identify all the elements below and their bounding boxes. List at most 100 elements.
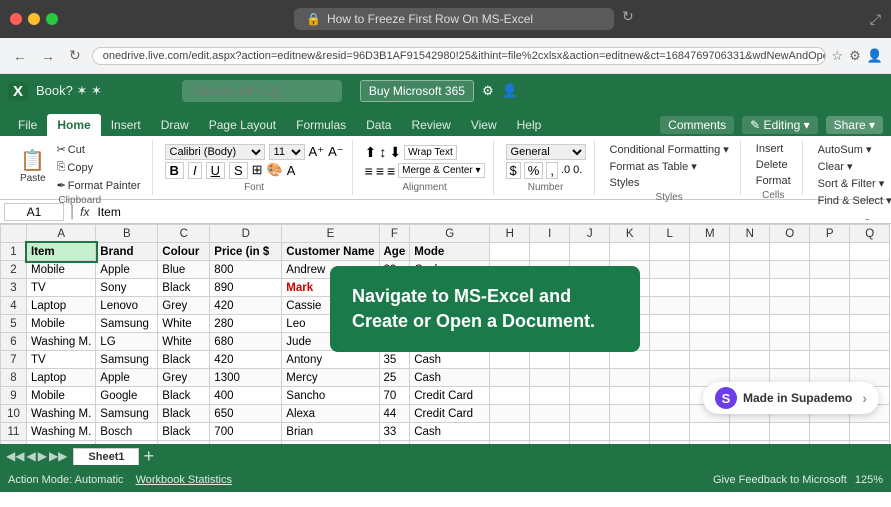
row-number[interactable]: 4 [1, 297, 27, 315]
empty-cell[interactable] [730, 423, 770, 441]
font-size-select[interactable]: 11 [269, 144, 305, 160]
cell[interactable]: White [158, 315, 210, 333]
cell[interactable]: Mercy [282, 369, 379, 387]
fill-color-button[interactable]: 🎨 [267, 162, 283, 178]
empty-cell[interactable] [690, 441, 730, 445]
col-header-k[interactable]: K [610, 225, 650, 243]
row-number[interactable]: 1 [1, 243, 27, 261]
cell[interactable]: Samsung [96, 315, 158, 333]
empty-cell[interactable] [530, 423, 570, 441]
empty-cell[interactable] [850, 315, 890, 333]
empty-cell[interactable] [690, 351, 730, 369]
tab-formulas[interactable]: Formulas [286, 114, 356, 136]
cell[interactable]: Credit Card [410, 405, 490, 423]
cell[interactable]: Mode [410, 243, 490, 261]
empty-cell[interactable] [850, 441, 890, 445]
tab-data[interactable]: Data [356, 114, 401, 136]
empty-cell[interactable] [650, 351, 690, 369]
cell[interactable]: Antony [282, 351, 379, 369]
italic-button[interactable]: I [188, 162, 202, 179]
empty-cell[interactable] [810, 351, 850, 369]
cell[interactable]: Alexa [282, 405, 379, 423]
cell[interactable]: Item [27, 243, 96, 261]
bookmark-button[interactable]: ☆ [832, 48, 844, 64]
comments-button[interactable]: Comments [660, 116, 734, 134]
col-header-f[interactable]: F [379, 225, 410, 243]
empty-cell[interactable] [850, 333, 890, 351]
strikethrough-button[interactable]: S [229, 162, 248, 179]
col-header-i[interactable]: I [530, 225, 570, 243]
copy-button[interactable]: ⎘ Copy [54, 160, 144, 175]
autosum-button[interactable]: AutoSum ▾ [815, 142, 891, 157]
tab-home[interactable]: Home [47, 114, 100, 136]
empty-cell[interactable] [570, 423, 610, 441]
col-header-e[interactable]: E [282, 225, 379, 243]
reload-button[interactable]: ↻ [622, 8, 634, 30]
col-header-c[interactable]: C [158, 225, 210, 243]
cell[interactable]: Laptop [27, 297, 96, 315]
empty-cell[interactable] [810, 333, 850, 351]
expand-button[interactable]: ⤢ [870, 11, 881, 28]
empty-cell[interactable] [650, 315, 690, 333]
ms365-button[interactable]: Buy Microsoft 365 [360, 80, 474, 102]
cell[interactable]: 420 [210, 297, 282, 315]
cell[interactable]: Black [158, 423, 210, 441]
empty-cell[interactable] [570, 351, 610, 369]
sheet-nav-left-btn[interactable]: ◀◀ [6, 449, 24, 463]
empty-cell[interactable] [810, 243, 850, 261]
cell[interactable]: 650 [210, 405, 282, 423]
cell[interactable]: Bosch [96, 423, 158, 441]
cell[interactable]: Google [96, 387, 158, 405]
cell[interactable]: Brand [96, 243, 158, 261]
empty-cell[interactable] [530, 351, 570, 369]
empty-cell[interactable] [690, 261, 730, 279]
tab-view[interactable]: View [461, 114, 507, 136]
empty-cell[interactable] [810, 441, 850, 445]
empty-cell[interactable] [530, 369, 570, 387]
row-number[interactable]: 6 [1, 333, 27, 351]
cell[interactable]: Cash [410, 369, 490, 387]
empty-cell[interactable] [810, 315, 850, 333]
font-color-button[interactable]: A [287, 163, 296, 178]
currency-button[interactable]: $ [506, 162, 521, 179]
align-middle-icon[interactable]: ↕ [379, 144, 386, 160]
empty-cell[interactable] [610, 441, 650, 445]
col-header-h[interactable]: H [490, 225, 530, 243]
cell[interactable]: 35 [379, 351, 410, 369]
row-number[interactable]: 9 [1, 387, 27, 405]
cell[interactable]: Apple [96, 261, 158, 279]
empty-cell[interactable] [850, 243, 890, 261]
empty-cell[interactable] [610, 369, 650, 387]
empty-cell[interactable] [770, 315, 810, 333]
cell[interactable]: Washing M. [27, 333, 96, 351]
col-header-l[interactable]: L [650, 225, 690, 243]
col-header-o[interactable]: O [770, 225, 810, 243]
tab-page-layout[interactable]: Page Layout [199, 114, 286, 136]
percent-button[interactable]: % [524, 162, 544, 179]
delete-button[interactable]: Delete [753, 158, 794, 172]
cell[interactable]: Washing M. [27, 405, 96, 423]
empty-cell[interactable] [650, 279, 690, 297]
empty-cell[interactable] [570, 405, 610, 423]
editing-button[interactable]: ✎ Editing ▾ [742, 116, 817, 134]
back-button[interactable]: ← [8, 45, 32, 66]
empty-cell[interactable] [610, 243, 650, 261]
profile-icon[interactable]: 👤 [502, 83, 518, 99]
empty-cell[interactable] [490, 369, 530, 387]
font-increase-icon[interactable]: A⁺ [309, 144, 325, 160]
cell[interactable]: 1300 [210, 369, 282, 387]
tab-file[interactable]: File [8, 114, 47, 136]
font-name-select[interactable]: Calibri (Body) [165, 144, 265, 160]
empty-cell[interactable] [730, 441, 770, 445]
empty-cell[interactable] [770, 297, 810, 315]
cell[interactable]: Black [158, 351, 210, 369]
cell[interactable]: Grey [158, 297, 210, 315]
sheet-nav-right-btn[interactable]: ▶▶ [49, 449, 67, 463]
decrease-decimal-button[interactable]: 0. [573, 164, 582, 176]
align-center-icon[interactable]: ≡ [376, 163, 384, 179]
cell[interactable]: 44 [379, 405, 410, 423]
settings-button[interactable]: ⚙ [849, 48, 861, 64]
cell[interactable]: Mobile [27, 315, 96, 333]
cell[interactable]: Customer Name [282, 243, 379, 261]
clear-button[interactable]: Clear ▾ [815, 159, 891, 174]
